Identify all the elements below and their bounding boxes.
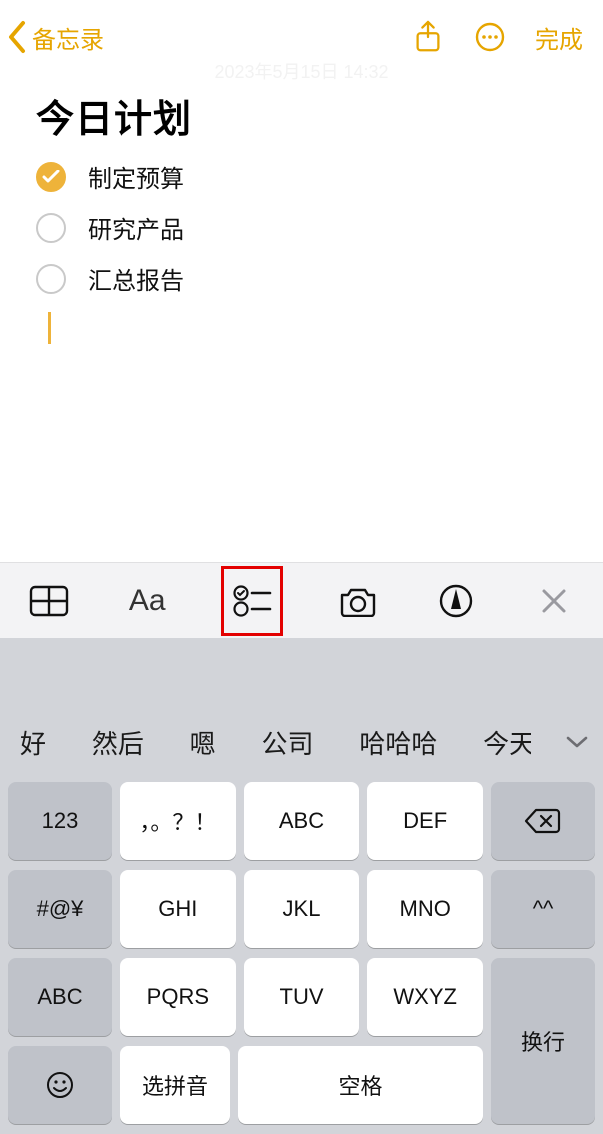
chevron-down-icon[interactable] bbox=[565, 734, 589, 750]
todo-item[interactable]: 研究产品 bbox=[36, 210, 567, 245]
done-button[interactable]: 完成 bbox=[535, 20, 583, 55]
table-button[interactable] bbox=[25, 577, 73, 625]
key-face[interactable]: ^^ bbox=[491, 870, 595, 948]
key-wxyz[interactable]: WXYZ bbox=[367, 958, 483, 1036]
checkbox-checked-icon[interactable] bbox=[36, 162, 66, 192]
note-timestamp: 2023年5月15日 14:32 bbox=[0, 58, 603, 76]
todo-text[interactable]: 汇总报告 bbox=[88, 261, 184, 296]
text-cursor bbox=[48, 312, 51, 344]
back-button[interactable]: 备忘录 bbox=[6, 20, 104, 55]
close-keyboard-button[interactable] bbox=[530, 577, 578, 625]
chevron-left-icon bbox=[6, 20, 28, 54]
more-icon[interactable] bbox=[473, 20, 507, 54]
todo-item[interactable]: 汇总报告 bbox=[36, 261, 567, 296]
prediction-word[interactable]: 好 bbox=[14, 724, 52, 761]
camera-button[interactable] bbox=[334, 577, 382, 625]
checkbox-empty-icon[interactable] bbox=[36, 264, 66, 294]
prediction-word[interactable]: 嗯 bbox=[184, 724, 222, 761]
prediction-bar: 好 然后 嗯 公司 哈哈哈 今天 bbox=[0, 702, 603, 782]
checklist-button[interactable] bbox=[221, 566, 283, 636]
key-symbols[interactable]: #@¥ bbox=[8, 870, 112, 948]
share-icon[interactable] bbox=[411, 20, 445, 54]
keyboard: 好 然后 嗯 公司 哈哈哈 今天 123 ，。？！ ABC DEF #@¥ bbox=[0, 638, 603, 1134]
key-mno[interactable]: MNO bbox=[367, 870, 483, 948]
key-ghi[interactable]: GHI bbox=[120, 870, 236, 948]
todo-text[interactable]: 制定预算 bbox=[88, 159, 184, 194]
markup-button[interactable] bbox=[432, 577, 480, 625]
prediction-word[interactable]: 今天 bbox=[477, 724, 531, 761]
key-abc[interactable]: ABC bbox=[244, 782, 360, 860]
key-numbers[interactable]: 123 bbox=[8, 782, 112, 860]
nav-actions: 完成 bbox=[411, 20, 583, 55]
todo-text[interactable]: 研究产品 bbox=[88, 210, 184, 245]
key-delete[interactable] bbox=[491, 782, 595, 860]
key-tuv[interactable]: TUV bbox=[244, 958, 360, 1036]
key-punct[interactable]: ，。？！ bbox=[120, 782, 236, 860]
back-label: 备忘录 bbox=[32, 20, 104, 55]
todo-item[interactable]: 制定预算 bbox=[36, 159, 567, 194]
key-abc-mode[interactable]: ABC bbox=[8, 958, 112, 1036]
key-pqrs[interactable]: PQRS bbox=[120, 958, 236, 1036]
prediction-word[interactable]: 然后 bbox=[86, 724, 150, 761]
key-return[interactable]: 换行 bbox=[491, 958, 595, 1124]
note-title[interactable]: 今日计划 bbox=[36, 88, 567, 143]
text-format-button[interactable]: Aa bbox=[123, 577, 171, 625]
note-body[interactable]: 今日计划 制定预算 研究产品 汇总报告 bbox=[0, 76, 603, 562]
top-nav: 备忘录 完成 bbox=[0, 0, 603, 66]
prediction-word[interactable]: 公司 bbox=[255, 724, 319, 761]
prediction-word[interactable]: 哈哈哈 bbox=[353, 724, 443, 761]
key-def[interactable]: DEF bbox=[367, 782, 483, 860]
checkbox-empty-icon[interactable] bbox=[36, 213, 66, 243]
format-toolbar: Aa bbox=[0, 562, 603, 638]
key-grid: 123 ，。？！ ABC DEF #@¥ GHI JKL MNO ^^ ABC bbox=[0, 782, 603, 1134]
key-emoji[interactable] bbox=[8, 1046, 112, 1124]
key-pinyin[interactable]: 选拼音 bbox=[120, 1046, 230, 1124]
key-space[interactable]: 空格 bbox=[238, 1046, 483, 1124]
key-jkl[interactable]: JKL bbox=[244, 870, 360, 948]
